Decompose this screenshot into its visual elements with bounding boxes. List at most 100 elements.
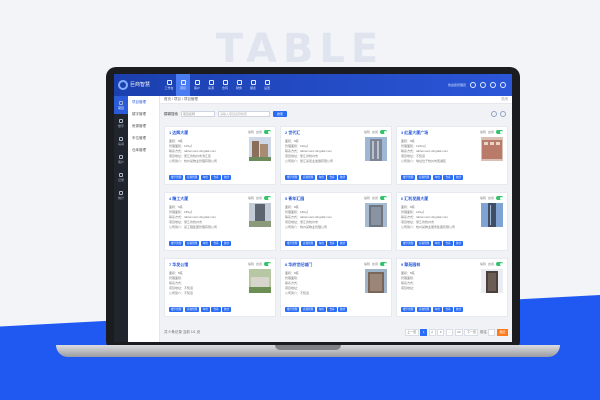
- card-button[interactable]: 仓库: [211, 175, 221, 180]
- project-card[interactable]: 9翠苑园林 编辑 启用 面积：8栋 管理面积： 联系方式： 项目地址： 楼宇管理 房源管理 车位仓…: [396, 258, 508, 317]
- project-card[interactable]: 4精工大厦 编辑 启用 面积：5栋 管理面积：180㎡ 联系方式：tablemusic.d…: [164, 192, 276, 251]
- status-toggle[interactable]: [380, 130, 387, 134]
- card-button[interactable]: 仓库: [211, 241, 221, 246]
- card-button[interactable]: 楼宇管理: [401, 307, 416, 312]
- nav-item-8[interactable]: 设置: [260, 74, 274, 96]
- search-icon[interactable]: [470, 82, 476, 88]
- card-button[interactable]: 楼宇管理: [169, 241, 184, 246]
- power-icon[interactable]: [500, 82, 506, 88]
- nav-item-1[interactable]: 工作台: [162, 74, 176, 96]
- project-card[interactable]: 6汇利发展大厦 编辑 启用 面积：8栋 管理面积：210㎡ 联系方式：tablemusic…: [396, 192, 508, 251]
- user-icon[interactable]: [490, 82, 496, 88]
- page-button[interactable]: ...: [445, 328, 454, 336]
- card-button[interactable]: 车位: [316, 307, 326, 312]
- submenu-item[interactable]: 仓库管理: [128, 144, 159, 156]
- card-button[interactable]: 车位: [432, 175, 442, 180]
- page-button[interactable]: 3: [437, 328, 445, 336]
- nav-item-5[interactable]: 合同: [218, 74, 232, 96]
- card-button[interactable]: 车位: [200, 307, 210, 312]
- card-button[interactable]: 车位: [316, 241, 326, 246]
- card-button[interactable]: 楼宇管理: [169, 307, 184, 312]
- submenu-item[interactable]: 项目管理: [128, 96, 159, 108]
- nav-item-6[interactable]: 财务: [232, 74, 246, 96]
- card-button[interactable]: 房源管理: [416, 241, 432, 246]
- status-toggle[interactable]: [496, 130, 503, 134]
- card-button[interactable]: 统计: [454, 175, 464, 180]
- card-button[interactable]: 房源管理: [184, 175, 200, 180]
- app-logo[interactable]: 巨商智慧: [114, 80, 162, 90]
- card-button[interactable]: 车位: [432, 241, 442, 246]
- page-button[interactable]: 2: [428, 328, 436, 336]
- card-button[interactable]: 仓库: [443, 241, 453, 246]
- edit-link[interactable]: 编辑: [248, 130, 254, 134]
- card-button[interactable]: 仓库: [443, 307, 453, 312]
- card-button[interactable]: 房源管理: [184, 307, 200, 312]
- bell-icon[interactable]: [480, 82, 486, 88]
- project-card[interactable]: 3红星大厦广场 编辑 启用 面积：8栋 管理面积：1260㎡ 联系方式：tablemusi…: [396, 126, 508, 185]
- card-button[interactable]: 楼宇管理: [401, 175, 416, 180]
- card-button[interactable]: 房源管理: [300, 307, 316, 312]
- settings-icon[interactable]: [500, 111, 506, 117]
- submenu-item[interactable]: 楼宇管理: [128, 108, 159, 120]
- card-button[interactable]: 仓库: [443, 175, 453, 180]
- page-button[interactable]: 10: [454, 328, 463, 336]
- card-button[interactable]: 车位: [316, 175, 326, 180]
- close-tab-button[interactable]: 关闭: [501, 97, 508, 102]
- status-toggle[interactable]: [496, 196, 503, 200]
- filter-select[interactable]: 项目名称: [181, 111, 215, 117]
- status-toggle[interactable]: [380, 262, 387, 266]
- submenu-item[interactable]: 房源管理: [128, 120, 159, 132]
- status-toggle[interactable]: [496, 262, 503, 266]
- submenu-item[interactable]: 车位管理: [128, 132, 159, 144]
- refresh-icon[interactable]: [491, 111, 497, 117]
- edit-link[interactable]: 编辑: [364, 262, 370, 266]
- card-button[interactable]: 楼宇管理: [285, 175, 300, 180]
- card-button[interactable]: 房源管理: [416, 175, 432, 180]
- project-card[interactable]: 1达辉大厦 编辑 启用 面积：8栋 管理面积：165㎡ 联系方式：tablemusic.d…: [164, 126, 276, 185]
- status-toggle[interactable]: [264, 262, 271, 266]
- rail-item-1[interactable]: 项目: [114, 96, 128, 114]
- nav-item-3[interactable]: 客户: [190, 74, 204, 96]
- project-card[interactable]: 2世代汇 编辑 启用 面积：8栋 管理面积：190㎡ 联系方式：tablemusic.di…: [280, 126, 392, 185]
- card-button[interactable]: 统计: [454, 307, 464, 312]
- edit-link[interactable]: 编辑: [480, 130, 486, 134]
- card-button[interactable]: 统计: [222, 307, 232, 312]
- project-card[interactable]: 7华发公馆 编辑 启用 面积：8栋 管理面积： 联系方式： 项目地址：不知道 公司简介：不知道…: [164, 258, 276, 317]
- rail-item-6[interactable]: 统计: [114, 186, 128, 204]
- card-button[interactable]: 统计: [338, 241, 348, 246]
- rail-item-5[interactable]: 记录: [114, 168, 128, 186]
- rail-item-2[interactable]: 楼宇: [114, 114, 128, 132]
- status-toggle[interactable]: [264, 130, 271, 134]
- card-button[interactable]: 统计: [222, 241, 232, 246]
- edit-link[interactable]: 编辑: [248, 196, 254, 200]
- rail-item-3[interactable]: 房间: [114, 132, 128, 150]
- nav-item-7[interactable]: 报表: [246, 74, 260, 96]
- card-button[interactable]: 车位: [200, 241, 210, 246]
- project-card[interactable]: 5青年汇园 编辑 启用 面积：8栋 管理面积：180㎡ 联系方式：tablemusic.d…: [280, 192, 392, 251]
- search-button[interactable]: 搜索: [273, 111, 287, 117]
- edit-link[interactable]: 编辑: [480, 196, 486, 200]
- card-button[interactable]: 车位: [432, 307, 442, 312]
- card-button[interactable]: 统计: [338, 175, 348, 180]
- edit-link[interactable]: 编辑: [480, 262, 486, 266]
- rail-item-4[interactable]: 客户: [114, 150, 128, 168]
- card-button[interactable]: 楼宇管理: [169, 175, 184, 180]
- card-button[interactable]: 房源管理: [184, 241, 200, 246]
- go-button[interactable]: 确定: [496, 328, 508, 336]
- card-button[interactable]: 仓库: [327, 307, 337, 312]
- edit-link[interactable]: 编辑: [248, 262, 254, 266]
- page-button[interactable]: 下一页: [464, 328, 479, 336]
- card-button[interactable]: 统计: [222, 175, 232, 180]
- page-button[interactable]: 上一页: [404, 328, 419, 336]
- card-button[interactable]: 楼宇管理: [401, 241, 416, 246]
- status-toggle[interactable]: [380, 196, 387, 200]
- card-button[interactable]: 房源管理: [416, 307, 432, 312]
- card-button[interactable]: 房源管理: [300, 175, 316, 180]
- jump-input[interactable]: [488, 328, 496, 336]
- project-card[interactable]: 8华府世纪城门 编辑 启用 面积：8栋 管理面积： 联系方式： 项目地址： 公司简介：不知道楼…: [280, 258, 392, 317]
- card-button[interactable]: 楼宇管理: [285, 307, 300, 312]
- card-button[interactable]: 统计: [338, 307, 348, 312]
- search-input[interactable]: 请输入项目名称搜索: [218, 111, 270, 117]
- card-button[interactable]: 仓库: [327, 241, 337, 246]
- page-button[interactable]: 1: [420, 328, 428, 336]
